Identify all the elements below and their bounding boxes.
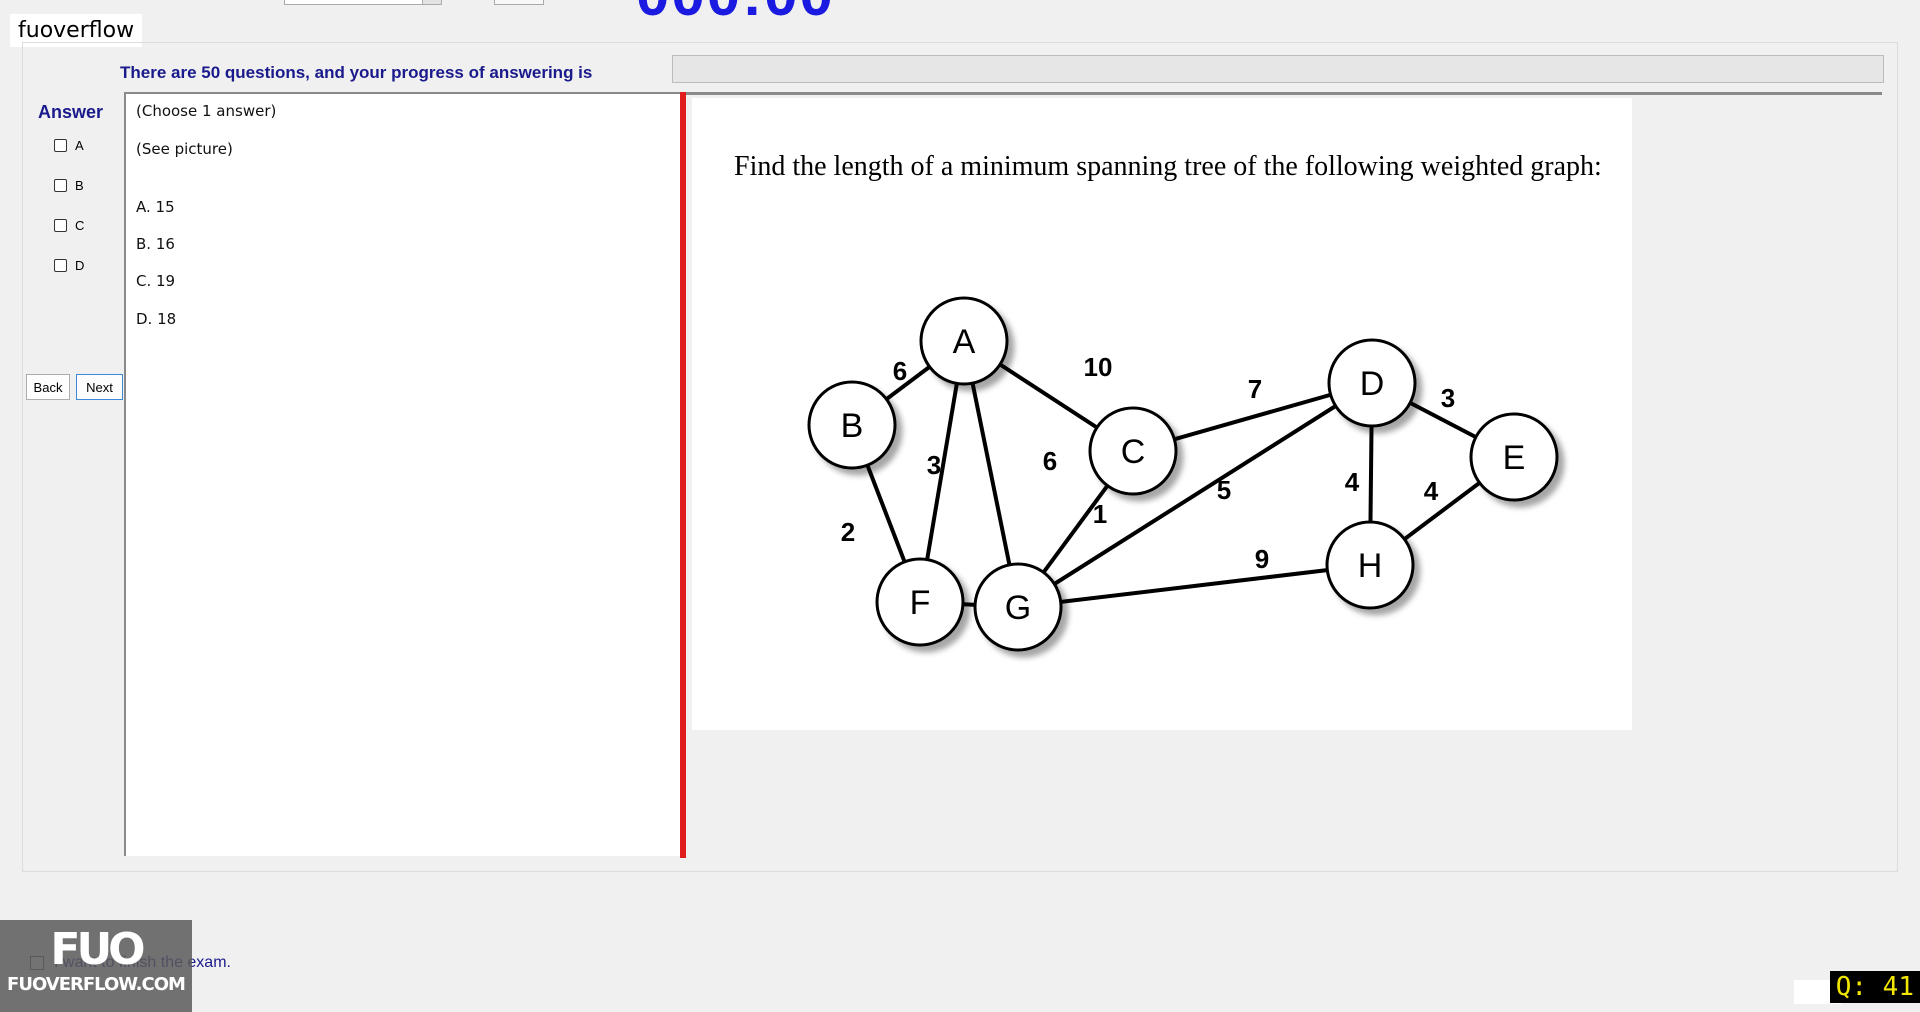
- edge-weight: 10: [1084, 352, 1113, 382]
- answer-option-a[interactable]: A: [54, 138, 84, 153]
- answer-option-label: C: [75, 218, 85, 233]
- logo-site: FUOVERFLOW.COM: [7, 974, 186, 995]
- node-label: B: [841, 407, 864, 445]
- back-button[interactable]: Back: [26, 374, 70, 400]
- edge-weight: 9: [1255, 544, 1269, 574]
- edge-weight: 3: [1441, 383, 1455, 413]
- choice-d: D. 18: [136, 310, 177, 328]
- choice-a: A. 15: [136, 198, 175, 216]
- checkbox-c[interactable]: [54, 219, 67, 232]
- question-counter: Q: 41: [1829, 971, 1920, 1003]
- node-label: G: [1005, 589, 1031, 627]
- fuo-logo: FUO FUOVERFLOW.COM: [0, 920, 192, 1012]
- edge-weight: 4: [1424, 476, 1439, 506]
- edge-weight: 5: [1217, 475, 1231, 505]
- question-image: Find the length of a minimum spanning tr…: [692, 98, 1632, 730]
- checkbox-a[interactable]: [54, 139, 67, 152]
- timer-display: 000:00: [636, 0, 835, 29]
- choice-c: C. 19: [136, 272, 176, 290]
- question-image-area: Find the length of a minimum spanning tr…: [686, 92, 1882, 856]
- see-picture-note: (See picture): [136, 140, 233, 158]
- edge-weight: 2: [841, 517, 855, 547]
- edge-weight: 3: [927, 450, 941, 480]
- node-label: F: [910, 584, 931, 622]
- choose-instruction: (Choose 1 answer): [136, 102, 277, 120]
- weighted-graph: 6 10 3 6 7 3 2 1 1 5 9 4 4: [807, 296, 1559, 652]
- choice-b: B. 16: [136, 235, 175, 253]
- answer-option-label: A: [75, 138, 84, 153]
- edge-weight: 1: [1093, 499, 1107, 529]
- node-label: H: [1358, 547, 1383, 585]
- node-label: D: [1360, 365, 1385, 403]
- answer-option-c[interactable]: C: [54, 218, 84, 233]
- edge-weight: 7: [1248, 374, 1262, 404]
- node-label: E: [1503, 439, 1526, 477]
- edge-weight: 6: [893, 356, 907, 386]
- edge-weight: 6: [1043, 446, 1057, 476]
- answer-option-label: D: [75, 258, 85, 273]
- progress-bar: [672, 55, 1884, 83]
- answer-option-d[interactable]: D: [54, 258, 84, 273]
- node-label: A: [953, 323, 976, 361]
- logo-mark: FUO: [50, 924, 145, 975]
- answer-heading: Answer: [38, 102, 104, 122]
- top-small-button[interactable]: [494, 0, 544, 5]
- question-text-panel: (Choose 1 answer) (See picture) A. 15 B.…: [124, 92, 680, 856]
- progress-label: There are 50 questions, and your progres…: [120, 63, 593, 82]
- node-label: C: [1121, 433, 1146, 471]
- answer-option-b[interactable]: B: [54, 178, 84, 193]
- top-dropdown[interactable]: [284, 0, 442, 5]
- next-button[interactable]: Next: [76, 374, 123, 400]
- edge-weight: 4: [1345, 467, 1360, 497]
- checkbox-d[interactable]: [54, 259, 67, 272]
- checkbox-b[interactable]: [54, 179, 67, 192]
- answer-option-label: B: [75, 178, 84, 193]
